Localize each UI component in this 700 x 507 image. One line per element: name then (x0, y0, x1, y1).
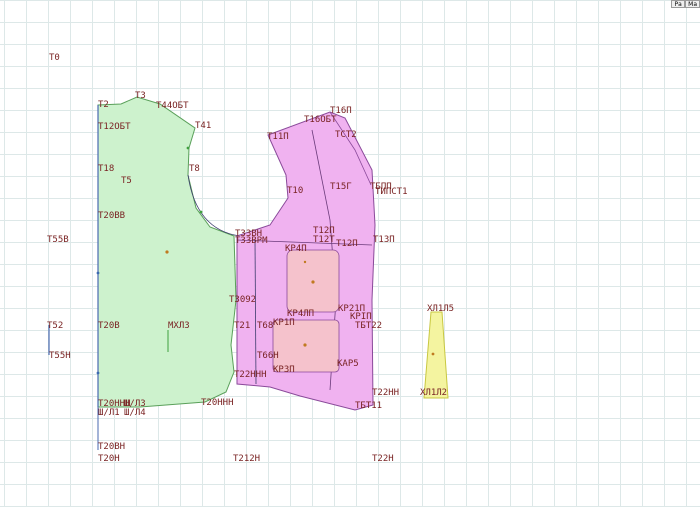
point-marker (186, 146, 190, 150)
point-label: Т44ОБТ (156, 101, 189, 111)
point-label: Ш/Л4 (124, 408, 146, 418)
point-label: Т20В (98, 321, 120, 331)
point-label: КР4П (285, 244, 307, 254)
point-marker (96, 371, 100, 375)
point-label: Т20Н (98, 454, 120, 464)
point-label: Т66Н (257, 351, 279, 361)
point-label: Т20ВВ (98, 211, 126, 221)
point-label: Т68 (257, 321, 274, 331)
point-label: Т5 (121, 176, 132, 186)
point-label: ТИПСТ1 (375, 187, 408, 197)
point-label: Т12ОБТ (98, 122, 131, 132)
point-label: Т55Н (49, 351, 71, 361)
point-label: Ш/Л1 (98, 408, 120, 418)
point-label: Т33ВРМ (235, 236, 268, 246)
point-label: Т212Н (233, 454, 261, 464)
point-label: ТСТ2 (335, 130, 357, 140)
point-label: Т18 (98, 164, 115, 174)
back-center-point (165, 250, 169, 254)
point-label: Т0 (49, 53, 60, 63)
point-label: ХЛ1Л5 (427, 304, 455, 314)
point-label: МХЛ3 (168, 321, 190, 331)
point-label: Т55В (47, 235, 69, 245)
point-label: ХЛ1Л2 (420, 388, 448, 398)
point-marker (96, 271, 100, 275)
point-label: ТБТ11 (355, 401, 383, 411)
point-label: КР3П (273, 365, 295, 375)
point-label: Т8 (189, 164, 200, 174)
point-label: Т22ННН (234, 370, 267, 380)
point-label: Т10 (287, 186, 304, 196)
point-label: Т20ВН (98, 442, 126, 452)
pattern-drawing (48, 96, 449, 450)
point-label: Т52 (47, 321, 64, 331)
point-label: Т16ОБТ (304, 115, 337, 125)
point-label: Т22НН (372, 388, 400, 398)
point-label: Т15Г (330, 182, 352, 192)
point-label: Т2 (98, 100, 109, 110)
point-label: Т20ННН (201, 398, 234, 408)
point-label: Т12П (336, 239, 358, 249)
point-label: КР1П (273, 318, 295, 328)
pocket-center-point (303, 343, 307, 347)
point-label: КАР5 (337, 359, 359, 369)
small-yellow-piece[interactable] (423, 311, 449, 399)
point-marker (199, 210, 203, 214)
point-marker (303, 260, 307, 264)
yellow-piece-point (431, 352, 435, 356)
point-label: Т12Т (313, 235, 335, 245)
point-label: Т11П (267, 132, 289, 142)
point-label: Т21 (234, 321, 251, 331)
point-label: Т41 (195, 121, 212, 131)
point-label: ТБТ22 (355, 321, 383, 331)
pocket-center-point (311, 280, 315, 284)
point-label: Т3092 (229, 295, 257, 305)
point-label: Т22Н (372, 454, 394, 464)
point-label: Т13П (373, 235, 395, 245)
point-label: Т3 (135, 91, 146, 101)
